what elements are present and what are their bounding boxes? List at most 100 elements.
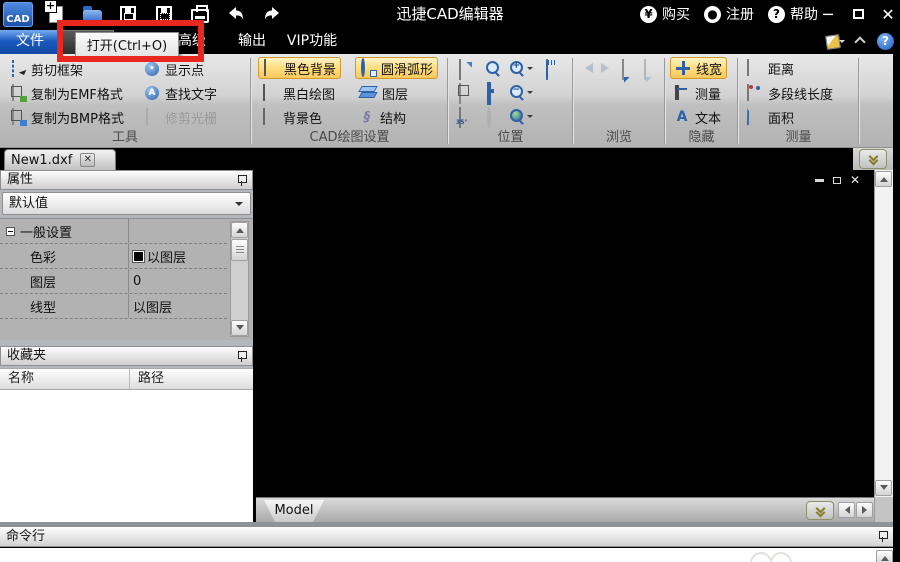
chevron-down-icon bbox=[869, 155, 877, 163]
command-line-body[interactable] bbox=[0, 548, 893, 562]
properties-panel-header: 属性 bbox=[0, 170, 253, 190]
zoom-extents-button[interactable] bbox=[509, 105, 533, 127]
hide-measure-button[interactable]: 测量 bbox=[670, 82, 725, 104]
register-button[interactable]: ● 注册 bbox=[704, 4, 754, 24]
maximize-button[interactable] bbox=[848, 4, 868, 24]
tab-file[interactable]: 文件 bbox=[0, 30, 60, 54]
scroll-down-button[interactable] bbox=[231, 320, 248, 336]
property-group-row[interactable]: 一般设置 bbox=[0, 219, 227, 244]
layout-scroll-right-button[interactable] bbox=[856, 502, 873, 518]
model-tab[interactable]: Model bbox=[264, 500, 324, 522]
distance-button[interactable]: 距离 bbox=[743, 57, 798, 79]
group-label-browse: 浏览 bbox=[574, 126, 664, 145]
property-row-linetype[interactable]: 线型 以图层 bbox=[0, 294, 227, 319]
find-text-button[interactable]: A 查找文字 bbox=[140, 82, 221, 104]
next-view-button bbox=[638, 57, 662, 79]
layout-list-dropdown-button[interactable] bbox=[806, 501, 834, 520]
forward-arrow-icon bbox=[601, 63, 614, 73]
annotate-tool-button[interactable] bbox=[825, 34, 843, 49]
cmdline-scroll-up-button[interactable] bbox=[876, 550, 893, 562]
rotate-view-button[interactable] bbox=[453, 57, 477, 79]
minimize-button[interactable]: ─ bbox=[818, 4, 838, 24]
zoom-in-button[interactable]: + bbox=[509, 57, 533, 79]
document-tab-strip: New1.dxf ✕ bbox=[0, 148, 893, 170]
scrollbar-corner bbox=[874, 497, 893, 523]
pin-icon[interactable] bbox=[237, 175, 246, 186]
pin-icon[interactable] bbox=[878, 531, 887, 542]
layers-button[interactable]: 图层 bbox=[355, 82, 412, 104]
layout-scroll-left-button[interactable] bbox=[838, 502, 855, 518]
property-row-color[interactable]: 色彩 以图层 bbox=[0, 244, 227, 269]
black-background-button[interactable]: 黑色背景 bbox=[258, 57, 341, 79]
structure-button[interactable]: § 结构 bbox=[355, 106, 410, 128]
drawing-canvas[interactable]: ✕ bbox=[256, 170, 874, 497]
linewidth-toggle-button[interactable]: 线宽 bbox=[670, 57, 727, 79]
buy-button[interactable]: ¥ 购买 bbox=[640, 4, 690, 24]
quick-help-button[interactable]: ? bbox=[877, 33, 894, 50]
close-button[interactable]: ✕ bbox=[878, 4, 898, 24]
scroll-up-button[interactable] bbox=[231, 222, 248, 238]
rotate-angle-button[interactable] bbox=[453, 105, 477, 127]
fit-to-window-button[interactable] bbox=[481, 81, 505, 103]
command-line-header: 命令行 bbox=[0, 526, 893, 547]
chevron-up-icon bbox=[855, 37, 865, 45]
canvas-vertical-scrollbar[interactable] bbox=[874, 170, 893, 497]
properties-scrollbar[interactable] bbox=[230, 221, 249, 337]
ribbon-group-position: + − 位置 bbox=[449, 54, 572, 148]
zoom-out-icon: − bbox=[509, 84, 525, 100]
app-logo-icon[interactable]: CAD bbox=[3, 2, 33, 27]
ribbon: 剪切框架 • 显示点 复制为EMF格式 A 查找文字 复制为BMP格式 修剪光栅 bbox=[0, 54, 893, 148]
copy-emf-button[interactable]: 复制为EMF格式 bbox=[6, 82, 127, 104]
favorites-path-column[interactable]: 路径 bbox=[130, 369, 253, 389]
zoom-out-button[interactable]: − bbox=[509, 81, 533, 103]
buy-label: 购买 bbox=[662, 4, 690, 24]
pin-icon[interactable] bbox=[237, 351, 246, 362]
hide-text-button[interactable]: A 文本 bbox=[670, 106, 725, 128]
trim-raster-button: 修剪光栅 bbox=[140, 106, 221, 128]
document-tab[interactable]: New1.dxf ✕ bbox=[4, 149, 116, 170]
help-button[interactable]: ? 帮助 bbox=[768, 4, 818, 24]
scroll-thumb[interactable] bbox=[231, 239, 248, 261]
window-controls: ─ ✕ bbox=[818, 0, 898, 28]
properties-grid: 一般设置 色彩 以图层 图层 0 线型 以图层 bbox=[0, 218, 253, 340]
copy-bmp-button[interactable]: 复制为BMP格式 bbox=[6, 106, 128, 128]
zoom-window-icon bbox=[485, 60, 501, 76]
bw-drawing-button[interactable]: 黑白绘图 bbox=[258, 82, 339, 104]
document-window-controls: ✕ bbox=[815, 176, 860, 184]
collapse-ribbon-button[interactable] bbox=[855, 37, 865, 45]
favorites-list[interactable] bbox=[0, 390, 253, 522]
doc-close-icon[interactable]: ✕ bbox=[850, 176, 860, 184]
undo-button[interactable] bbox=[223, 2, 249, 26]
redo-button[interactable] bbox=[259, 2, 285, 26]
background-color-button[interactable]: 背景色 bbox=[258, 106, 326, 128]
ribbon-group-cad-settings: 黑色背景 圆滑弧形 黑白绘图 图层 背景色 § 结构 CAD绘图设 bbox=[252, 54, 447, 148]
clip-frame-icon bbox=[12, 60, 14, 77]
zoom-window-button[interactable] bbox=[481, 57, 505, 79]
favorites-name-column[interactable]: 名称 bbox=[0, 369, 130, 389]
polyline-length-button[interactable]: 多段线长度 bbox=[743, 82, 837, 104]
previous-view-button[interactable] bbox=[616, 57, 640, 79]
group-label-measure: 测量 bbox=[739, 126, 858, 145]
copy-view-button[interactable] bbox=[453, 81, 477, 103]
zoom-in-icon: + bbox=[509, 60, 525, 76]
tab-output[interactable]: 输出 bbox=[230, 30, 274, 54]
preset-combobox[interactable]: 默认值 bbox=[2, 192, 251, 215]
doc-minimize-icon[interactable] bbox=[815, 179, 824, 182]
ribbon-group-browse: 浏览 bbox=[574, 54, 664, 148]
register-label: 注册 bbox=[726, 4, 754, 24]
tree-collapse-icon[interactable] bbox=[6, 227, 15, 236]
property-row-layer[interactable]: 图层 0 bbox=[0, 269, 227, 294]
text-icon: A bbox=[674, 109, 690, 125]
pan-button[interactable] bbox=[541, 57, 565, 79]
canvas-scroll-down-button[interactable] bbox=[875, 480, 892, 496]
tab-vip[interactable]: VIP功能 bbox=[282, 30, 342, 54]
canvas-scroll-up-button[interactable] bbox=[875, 171, 892, 187]
help-label: 帮助 bbox=[790, 4, 818, 24]
smooth-arc-button[interactable]: 圆滑弧形 bbox=[355, 57, 438, 79]
black-background-icon bbox=[264, 59, 266, 76]
ribbon-group-measure: 距离 多段线长度 面积 测量 bbox=[739, 54, 858, 148]
doc-restore-icon[interactable] bbox=[833, 177, 841, 184]
tab-list-dropdown-button[interactable] bbox=[859, 149, 887, 169]
document-tab-close-icon[interactable]: ✕ bbox=[80, 153, 95, 167]
area-button[interactable]: 面积 bbox=[743, 106, 798, 128]
